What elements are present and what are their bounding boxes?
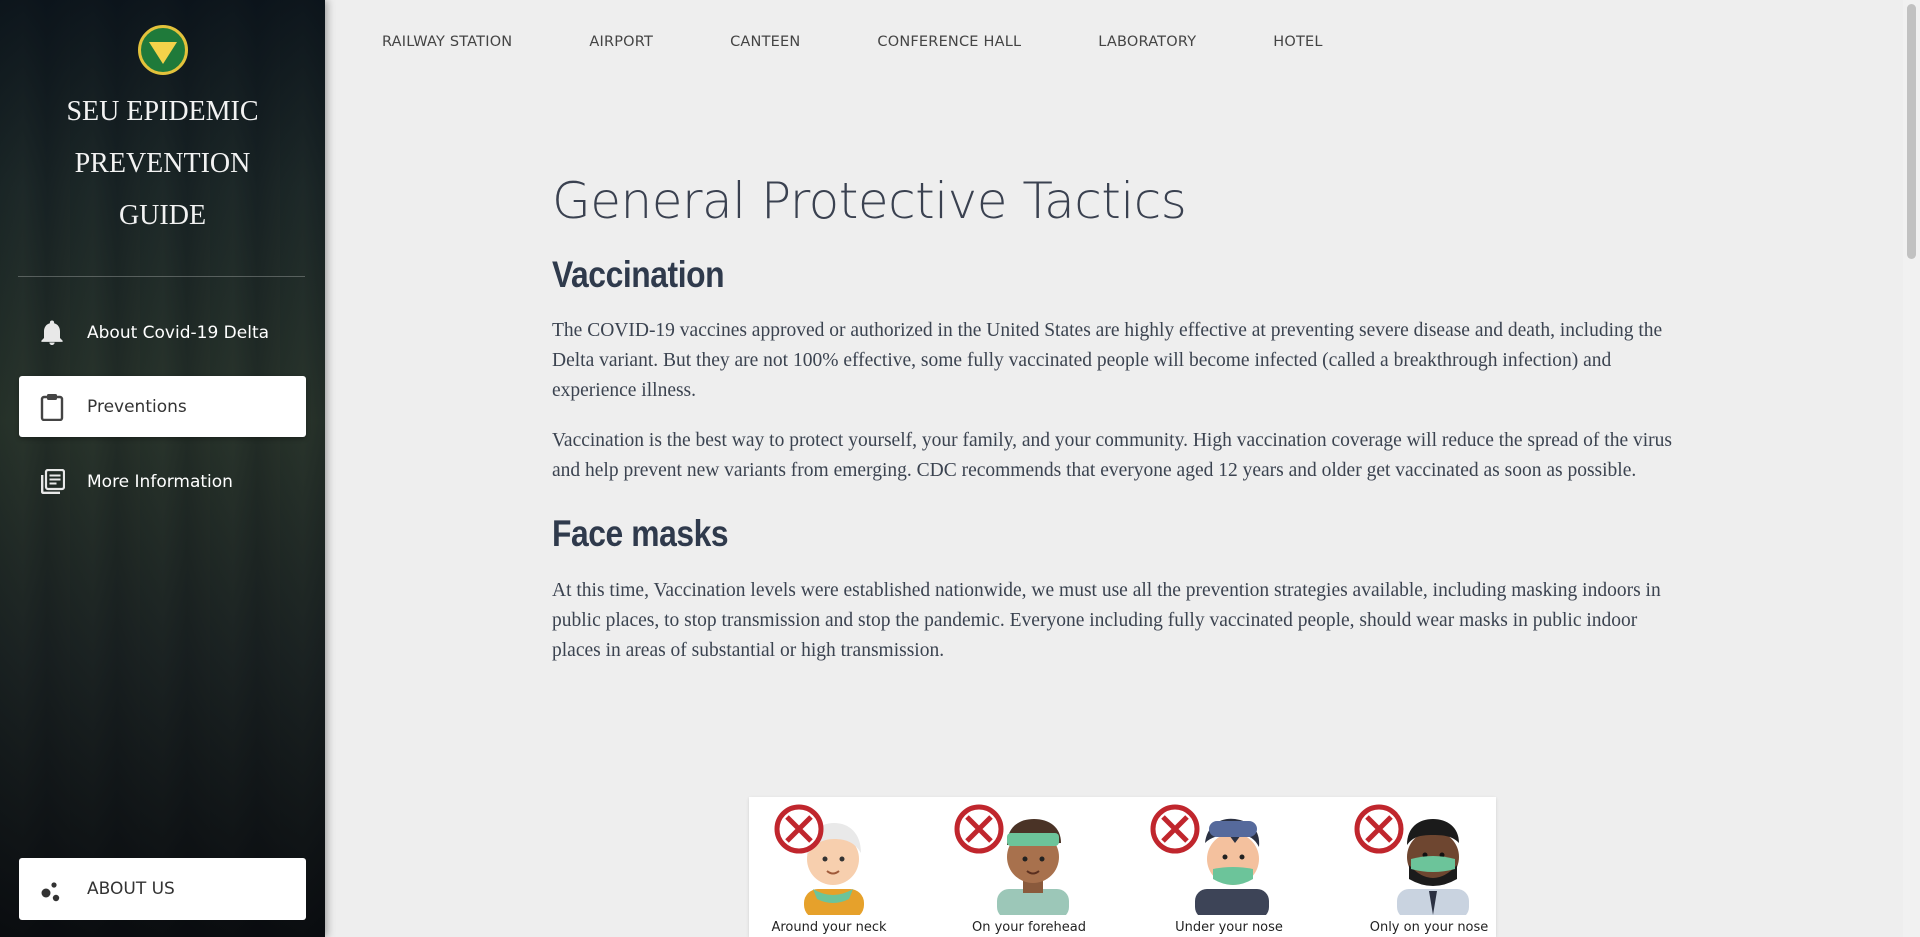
nav-laboratory[interactable]: LABORATORY bbox=[1098, 34, 1196, 87]
nav-conference-hall[interactable]: CONFERENCE HALL bbox=[877, 34, 1021, 87]
clipboard-icon bbox=[37, 392, 67, 422]
sidebar-item-preventions[interactable]: Preventions bbox=[19, 376, 306, 437]
site-title-line: GUIDE bbox=[118, 200, 207, 231]
paragraph: Vaccination is the best way to protect y… bbox=[552, 430, 1673, 481]
mask-figure-under-nose: Under your nose bbox=[1149, 797, 1309, 937]
site-title: SEU EPIDEMIC PREVENTION GUIDE bbox=[0, 86, 325, 242]
about-us-button[interactable]: ABOUT US bbox=[19, 858, 306, 920]
sidebar-divider bbox=[18, 276, 305, 277]
site-title-line: PREVENTION bbox=[74, 148, 251, 179]
mask-caption: Around your neck bbox=[771, 920, 887, 935]
mask-wearing-illustration: Around your neck On your forehead Under … bbox=[749, 797, 1496, 937]
sidebar-item-about-covid[interactable]: About Covid-19 Delta bbox=[19, 302, 306, 363]
nav-railway-station[interactable]: RAILWAY STATION bbox=[382, 34, 512, 87]
paragraph: At this time, Vaccination levels were es… bbox=[552, 580, 1661, 661]
mask-figure-only-on-nose: Only on your nose bbox=[1349, 797, 1496, 937]
sidebar-item-more-information[interactable]: More Information bbox=[19, 451, 306, 512]
bell-icon bbox=[37, 318, 67, 348]
university-seal-logo bbox=[138, 25, 188, 75]
sidebar-item-label: Preventions bbox=[87, 396, 187, 417]
nav-airport[interactable]: AIRPORT bbox=[589, 34, 653, 87]
main-content: General Protective Tactics Vaccination T… bbox=[552, 170, 1682, 666]
bubbles-icon bbox=[37, 874, 67, 904]
mask-caption: Only on your nose bbox=[1369, 920, 1489, 935]
site-title-line: SEU EPIDEMIC bbox=[66, 96, 259, 127]
sidebar-item-label: About Covid-19 Delta bbox=[87, 322, 270, 343]
nav-canteen[interactable]: CANTEEN bbox=[730, 34, 800, 87]
mask-figure-around-neck: Around your neck bbox=[749, 797, 909, 937]
section-heading-vaccination: Vaccination bbox=[552, 254, 725, 295]
library-books-icon bbox=[37, 467, 67, 497]
nav-hotel[interactable]: HOTEL bbox=[1273, 34, 1322, 87]
mask-figure-on-forehead: On your forehead bbox=[949, 797, 1109, 937]
paragraph: The COVID-19 vaccines approved or author… bbox=[552, 320, 1663, 401]
top-navigation: RAILWAY STATION AIRPORT CANTEEN CONFEREN… bbox=[325, 0, 1920, 87]
mask-caption: Under your nose bbox=[1175, 920, 1283, 935]
sidebar-item-label: More Information bbox=[87, 471, 233, 492]
sidebar: SEU EPIDEMIC PREVENTION GUIDE About Covi… bbox=[0, 0, 325, 937]
about-us-label: ABOUT US bbox=[87, 879, 175, 899]
page-scrollbar[interactable] bbox=[1903, 0, 1920, 937]
section-heading-face-masks: Face masks bbox=[552, 513, 729, 554]
page-title: General Protective Tactics bbox=[552, 172, 1187, 230]
mask-caption: On your forehead bbox=[971, 920, 1086, 935]
scrollbar-thumb[interactable] bbox=[1907, 4, 1916, 259]
